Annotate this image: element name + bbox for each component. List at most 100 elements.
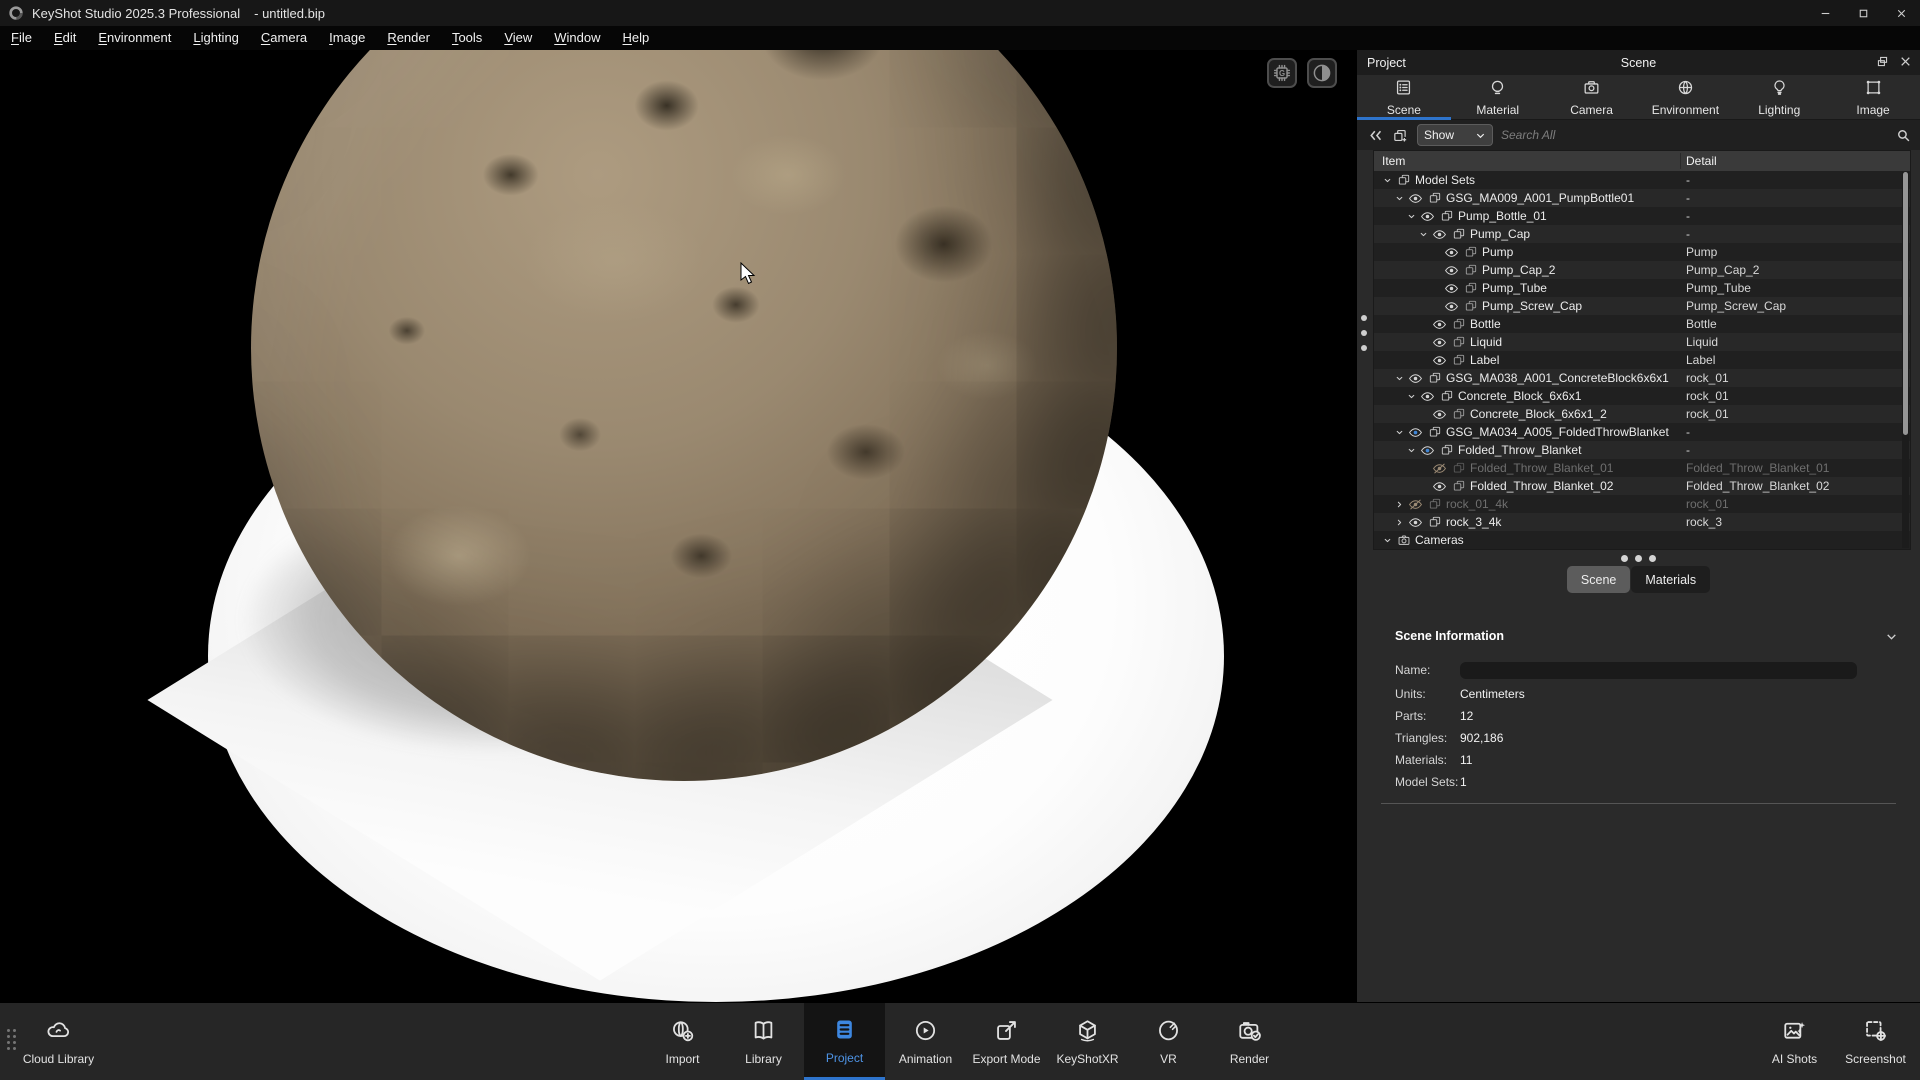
tree-row-pump[interactable]: PumpPump [1374,243,1910,261]
expander-icon[interactable] [1392,193,1406,204]
minimize-button[interactable] [1806,0,1844,26]
menu-help[interactable]: Help [612,26,661,50]
tree-row-rock-01-4k[interactable]: rock_01_4krock_01 [1374,495,1910,513]
tree-scrollbar[interactable] [1902,172,1909,548]
visibility-eye-icon[interactable] [1406,371,1425,386]
menu-image[interactable]: Image [318,26,376,50]
visibility-eye-icon[interactable] [1430,317,1449,332]
visibility-eye-icon[interactable] [1418,389,1437,404]
expander-icon[interactable] [1380,535,1394,546]
tab-lighting[interactable]: Lighting [1732,75,1826,119]
visibility-eye-icon[interactable] [1418,209,1437,224]
visibility-eye-icon[interactable] [1430,479,1449,494]
toolbar-keyshotxr-button[interactable]: KeyShotXR [1047,1003,1128,1080]
tree-row-rock-3-4k[interactable]: rock_3_4krock_3 [1374,513,1910,531]
gpu-mode-button[interactable]: G [1267,58,1297,88]
expander-icon[interactable] [1392,427,1406,438]
search-input[interactable] [1501,124,1887,146]
collapse-tree-icon[interactable] [1367,127,1384,144]
panel-subtab-scene[interactable]: Scene [1567,566,1630,593]
close-panel-icon[interactable] [1899,55,1912,71]
menu-environment[interactable]: Environment [87,26,182,50]
menu-tools[interactable]: Tools [441,26,493,50]
toolbar-project-button[interactable]: Project [804,1003,885,1080]
3d-viewport[interactable]: G [0,50,1357,1002]
menu-file[interactable]: File [0,26,43,50]
menu-view[interactable]: View [493,26,543,50]
tree-row-concrete-block-6x6x1[interactable]: Concrete_Block_6x6x1rock_01 [1374,387,1910,405]
tree-row-folded-throw-blanket[interactable]: Folded_Throw_Blanket- [1374,441,1910,459]
menu-edit[interactable]: Edit [43,26,87,50]
visibility-eye-icon[interactable] [1442,281,1461,296]
scrollbar-thumb[interactable] [1903,172,1908,435]
toolbar-library-button[interactable]: Library [723,1003,804,1080]
tree-row-gsg-ma009-a001-pumpbottle01[interactable]: GSG_MA009_A001_PumpBottle01- [1374,189,1910,207]
add-model-set-icon[interactable] [1392,127,1409,144]
panel-resize-handle[interactable] [1361,315,1367,351]
column-item[interactable]: Item [1374,154,1405,168]
expander-icon[interactable] [1416,229,1430,240]
menu-render[interactable]: Render [376,26,441,50]
tab-camera[interactable]: Camera [1545,75,1639,119]
menu-camera[interactable]: Camera [250,26,318,50]
toolbar-vr-button[interactable]: VR [1128,1003,1209,1080]
toolbar-ai-shots-button[interactable]: AI Shots [1754,1003,1835,1080]
visibility-eye-off-icon[interactable] [1430,461,1449,476]
tree-row-label[interactable]: LabelLabel [1374,351,1910,369]
tree-row-cameras[interactable]: Cameras [1374,531,1910,549]
tree-row-pump-cap[interactable]: Pump_Cap- [1374,225,1910,243]
tree-row-liquid[interactable]: LiquidLiquid [1374,333,1910,351]
toolbar-render-button[interactable]: Render [1209,1003,1290,1080]
visibility-eye-icon[interactable] [1430,227,1449,242]
tab-environment[interactable]: Environment [1638,75,1732,119]
visibility-eye-icon[interactable] [1442,245,1461,260]
close-button[interactable] [1882,0,1920,26]
tree-row-pump-tube[interactable]: Pump_TubePump_Tube [1374,279,1910,297]
tree-row-folded-throw-blanket-02[interactable]: Folded_Throw_Blanket_02Folded_Throw_Blan… [1374,477,1910,495]
visibility-eye-icon[interactable] [1430,353,1449,368]
tab-scene[interactable]: Scene [1357,75,1451,119]
tree-row-folded-throw-blanket-01[interactable]: Folded_Throw_Blanket_01Folded_Throw_Blan… [1374,459,1910,477]
panel-subtab-materials[interactable]: Materials [1631,566,1710,593]
menu-window[interactable]: Window [543,26,611,50]
scene-information-header[interactable]: Scene Information [1371,629,1906,643]
tree-row-concrete-block-6x6x1-2[interactable]: Concrete_Block_6x6x1_2rock_01 [1374,405,1910,423]
maximize-button[interactable] [1844,0,1882,26]
expander-icon[interactable] [1404,391,1418,402]
visibility-eye-partial-icon[interactable] [1406,425,1425,440]
tab-image[interactable]: Image [1826,75,1920,119]
expander-icon[interactable] [1392,517,1406,528]
visibility-eye-off-icon[interactable] [1406,497,1425,512]
scene-name-input[interactable] [1460,662,1857,679]
expander-icon[interactable] [1404,211,1418,222]
visibility-eye-icon[interactable] [1430,335,1449,350]
tree-row-pump-cap-2[interactable]: Pump_Cap_2Pump_Cap_2 [1374,261,1910,279]
tree-row-gsg-ma038-a001-concreteblock6x6x1[interactable]: GSG_MA038_A001_ConcreteBlock6x6x1rock_01 [1374,369,1910,387]
environment-sphere-button[interactable] [1307,58,1337,88]
toolbar-screenshot-button[interactable]: Screenshot [1835,1003,1916,1080]
menu-lighting[interactable]: Lighting [182,26,250,50]
toolbar-drag-handle[interactable] [7,1029,16,1050]
tree-row-bottle[interactable]: BottleBottle [1374,315,1910,333]
tab-material[interactable]: Material [1451,75,1545,119]
visibility-eye-icon[interactable] [1430,407,1449,422]
toolbar-animation-button[interactable]: Animation [885,1003,966,1080]
visibility-eye-icon[interactable] [1442,299,1461,314]
expander-icon[interactable] [1404,445,1418,456]
expander-icon[interactable] [1380,175,1394,186]
tree-row-gsg-ma034-a005-foldedthrowblanket[interactable]: GSG_MA034_A005_FoldedThrowBlanket- [1374,423,1910,441]
toolbar-import-button[interactable]: Import [642,1003,723,1080]
expander-icon[interactable] [1392,499,1406,510]
visibility-eye-icon[interactable] [1406,191,1425,206]
tree-splitter-handle[interactable] [1357,550,1920,566]
tree-row-pump-screw-cap[interactable]: Pump_Screw_CapPump_Screw_Cap [1374,297,1910,315]
visibility-eye-icon[interactable] [1406,515,1425,530]
expander-icon[interactable] [1392,373,1406,384]
visibility-eye-partial-icon[interactable] [1418,443,1437,458]
tree-row-model-sets[interactable]: Model Sets- [1374,171,1910,189]
show-dropdown[interactable]: Show [1417,124,1493,146]
search-icon[interactable] [1895,127,1912,144]
toolbar-cloud-library-button[interactable]: Cloud Library [18,1003,99,1080]
toolbar-export-mode-button[interactable]: Export Mode [966,1003,1047,1080]
tree-row-pump-bottle-01[interactable]: Pump_Bottle_01- [1374,207,1910,225]
